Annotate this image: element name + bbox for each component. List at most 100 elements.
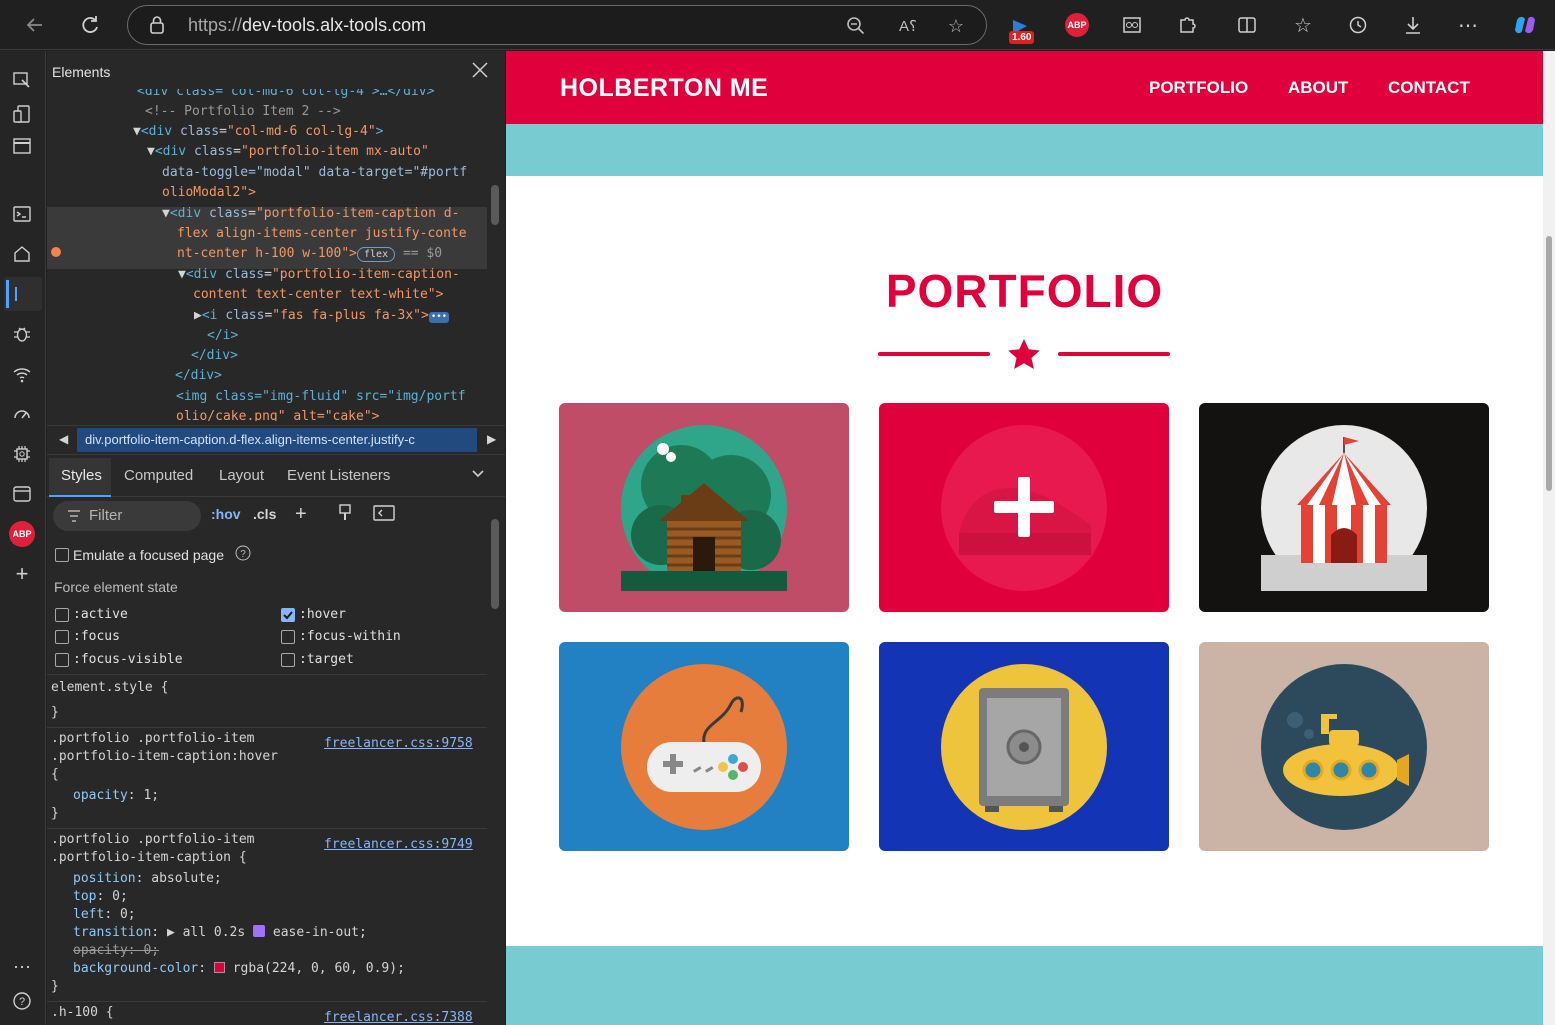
dom-node-cont[interactable]: content text-center text-white">: [193, 285, 443, 305]
css-declaration-overridden[interactable]: opacity: 0;: [73, 943, 159, 958]
console-icon[interactable]: [6, 198, 38, 230]
scroll-left-icon[interactable]: ◀: [59, 432, 68, 446]
page-scrollbar-thumb[interactable]: [1546, 236, 1552, 491]
elements-icon[interactable]: [6, 278, 38, 310]
dom-node-cont[interactable]: olioModal2">: [162, 183, 256, 203]
dom-node[interactable]: <img class="img-fluid" src="img/portf: [176, 387, 466, 407]
expand-triangle-icon[interactable]: ▼: [178, 267, 186, 282]
help-icon[interactable]: ?: [6, 985, 38, 1017]
source-link[interactable]: freelancer.css:9758: [324, 736, 473, 751]
expand-triangle-icon[interactable]: ▶: [167, 925, 175, 940]
portfolio-item-cabin[interactable]: [559, 403, 849, 612]
paint-brush-icon[interactable]: [337, 503, 353, 526]
downloads-icon[interactable]: [1396, 8, 1430, 42]
rule-selector[interactable]: .portfolio-item-caption:hover: [51, 749, 278, 764]
portfolio-item-submarine[interactable]: [1199, 642, 1489, 851]
collapsed-triangle-icon[interactable]: ▶: [194, 308, 202, 323]
application-panel-icon[interactable]: [6, 478, 38, 510]
state-focus-within-checkbox[interactable]: [281, 630, 295, 644]
rule-selector[interactable]: .portfolio-item-caption {: [51, 850, 247, 865]
adblock-icon[interactable]: ABP: [1065, 13, 1089, 37]
zoom-out-icon[interactable]: [844, 14, 868, 38]
expand-triangle-icon[interactable]: ▼: [147, 144, 155, 159]
debugger-bug-icon[interactable]: [6, 318, 38, 350]
read-aloud-icon[interactable]: A⸮: [896, 14, 920, 38]
ellipsis-icon[interactable]: •••: [428, 312, 450, 323]
styles-scrollbar[interactable]: [491, 519, 499, 609]
lock-icon[interactable]: [148, 15, 166, 40]
more-options-icon[interactable]: ⋯: [1451, 8, 1485, 42]
state-hover-checkbox[interactable]: [281, 608, 295, 622]
memory-chip-icon[interactable]: [6, 438, 38, 470]
dom-node[interactable]: ▼<div class="portfolio-item mx-auto": [147, 142, 429, 162]
dom-node[interactable]: ▶<i class="fas fa-plus fa-3x"> •••: [194, 306, 450, 326]
dom-node-cont[interactable]: data-toggle="modal" data-target="#portf: [162, 163, 467, 183]
color-swatch[interactable]: [213, 962, 225, 973]
chevron-down-icon[interactable]: [471, 467, 485, 485]
window-icon[interactable]: [6, 130, 38, 162]
info-icon[interactable]: ?: [235, 545, 251, 564]
dom-node-cont[interactable]: flex align-items-center justify-conte: [177, 224, 467, 244]
portfolio-item-cake-hovered[interactable]: [879, 403, 1169, 612]
address-bar[interactable]: https://dev-tools.alx-tools.com A⸮ ☆: [127, 5, 987, 45]
tab-layout[interactable]: Layout: [219, 467, 264, 484]
network-wifi-icon[interactable]: [6, 358, 38, 390]
css-declaration[interactable]: position: absolute;: [73, 871, 222, 886]
extensions-puzzle-icon[interactable]: [1170, 8, 1204, 42]
dom-node-selected[interactable]: ▼<div class="portfolio-item-caption d-: [162, 204, 459, 224]
state-focus-visible-checkbox[interactable]: [55, 653, 69, 667]
portfolio-item-game[interactable]: [559, 642, 849, 851]
dom-node-cont[interactable]: nt-center h-100 w-100"> flex == $0: [177, 244, 442, 264]
nav-about[interactable]: ABOUT: [1288, 78, 1348, 98]
more-tools-icon[interactable]: ⋯: [6, 951, 38, 983]
expand-triangle-icon[interactable]: ▼: [162, 206, 170, 221]
refresh-icon[interactable]: [73, 8, 107, 42]
rule-selector[interactable]: .portfolio .portfolio-item: [51, 832, 255, 847]
styles-filter-input[interactable]: Filter: [53, 501, 201, 531]
site-brand[interactable]: HOLBERTON ME: [560, 74, 768, 103]
source-link[interactable]: freelancer.css:9749: [324, 837, 473, 852]
dom-node-cont[interactable]: olio/cake.png" alt="cake">: [176, 407, 380, 421]
nav-portfolio[interactable]: PORTFOLIO: [1149, 78, 1248, 98]
dom-node[interactable]: </div>: [191, 346, 238, 366]
copilot-icon[interactable]: [1508, 8, 1542, 42]
dom-scrollbar[interactable]: [491, 185, 499, 225]
dom-comment[interactable]: <!-- Portfolio Item 2 -->: [145, 102, 341, 122]
css-declaration[interactable]: opacity: 1;: [73, 788, 159, 803]
dom-node[interactable]: <div class="col-md-6 col-lg-4">…</div>: [137, 89, 434, 102]
computed-sidebar-icon[interactable]: [373, 505, 395, 524]
css-declaration[interactable]: top: 0;: [73, 889, 128, 904]
source-link[interactable]: freelancer.css:7388: [324, 1010, 473, 1025]
new-style-rule-icon[interactable]: +: [295, 503, 307, 526]
close-icon[interactable]: [471, 61, 489, 85]
element-style-selector[interactable]: element.style {: [51, 680, 168, 695]
device-emulation-icon[interactable]: [6, 98, 38, 130]
css-declaration[interactable]: transition: ▶ all 0.2s ease-in-out;: [73, 925, 367, 940]
state-focus-checkbox[interactable]: [55, 630, 69, 644]
favorites-icon[interactable]: ☆: [1286, 8, 1320, 42]
class-toggle[interactable]: .cls: [253, 506, 276, 522]
back-arrow-icon[interactable]: [18, 8, 52, 42]
flex-badge[interactable]: flex: [357, 247, 396, 262]
performance-gauge-icon[interactable]: [6, 398, 38, 430]
nav-contact[interactable]: CONTACT: [1388, 78, 1470, 98]
dom-node[interactable]: </div>: [175, 366, 222, 386]
tab-computed[interactable]: Computed: [124, 467, 193, 484]
dom-tree[interactable]: <div class="col-md-6 col-lg-4">…</div> <…: [47, 89, 505, 421]
hover-state-toggle[interactable]: :hov: [211, 506, 241, 522]
portfolio-item-safe[interactable]: [879, 642, 1169, 851]
portfolio-item-circus[interactable]: [1199, 403, 1489, 612]
inspect-element-icon[interactable]: [6, 65, 38, 97]
expand-triangle-icon[interactable]: ▼: [133, 124, 141, 139]
easing-editor-icon[interactable]: [253, 925, 266, 937]
state-active-checkbox[interactable]: [55, 608, 69, 622]
rule-selector[interactable]: .portfolio .portfolio-item: [51, 731, 255, 746]
breadcrumb-item[interactable]: div.portfolio-item-caption.d-flex.align-…: [77, 428, 477, 452]
emulate-focus-checkbox[interactable]: [55, 548, 69, 562]
plus-icon[interactable]: [992, 475, 1056, 539]
screen-capture-icon[interactable]: [1115, 8, 1149, 42]
state-target-checkbox[interactable]: [281, 653, 295, 667]
dom-node[interactable]: </i>: [207, 326, 238, 346]
history-icon[interactable]: [1341, 8, 1375, 42]
scroll-right-icon[interactable]: ▶: [487, 432, 496, 446]
